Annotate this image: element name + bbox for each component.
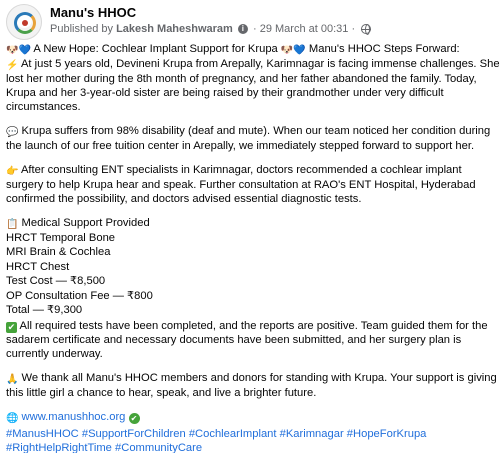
list-item: OP Consultation Fee — ₹800 (6, 289, 153, 302)
hashtag-link[interactable]: #ManusHHOC (6, 428, 79, 440)
list-item: HRCT Temporal Bone (6, 232, 116, 244)
globe-icon: 🌐 (6, 413, 19, 425)
post-body: 🐶💙 A New Hope: Cochlear Implant Support … (6, 42, 500, 453)
disability-text: Krupa suffers from 98% disability (deaf … (6, 125, 491, 152)
hashtag-link[interactable]: #RightHelpRightTime (6, 442, 112, 453)
website-line: 🌐 www.manushhoc.org ✔ (6, 410, 500, 425)
medical-support-list: 📋 Medical Support Provided HRCT Temporal… (6, 216, 500, 317)
website-link[interactable]: www.manushhoc.org (18, 411, 126, 423)
hashtag-link[interactable]: #SupportForChildren (82, 428, 186, 440)
logo-dot (22, 20, 28, 26)
post-meta: Published by Lakesh Maheshwaram i · 29 M… (50, 23, 372, 36)
hashtag-link[interactable]: #CommunityCare (115, 442, 202, 453)
support-heading-text: Medical Support Provided (18, 217, 150, 229)
page-name-link[interactable]: Manu's HHOC (50, 5, 136, 20)
hashtag-link[interactable]: #Karimnagar (280, 428, 344, 440)
post-timestamp[interactable]: 29 March at 00:31 (260, 23, 349, 35)
ent-paragraph: 👉 After consulting ENT specialists in Ka… (6, 163, 500, 206)
lightning-icon: ⚡ (6, 60, 19, 71)
meta-separator-2: · (351, 23, 356, 36)
dog-face-icon: 🐶 (6, 45, 19, 56)
tests-text: All required tests have been completed, … (6, 320, 488, 361)
speech-bubble-icon: 💬 (6, 127, 19, 138)
ent-text: After consulting ENT specialists in Kari… (6, 164, 476, 205)
list-item: Test Cost — ₹8,500 (6, 275, 106, 288)
thanks-paragraph: 🙏 We thank all Manu's HHOC members and d… (6, 371, 500, 400)
hashtag-link[interactable]: #HopeForKrupa (347, 428, 427, 440)
thanks-text: We thank all Manu's HHOC members and don… (6, 372, 497, 400)
blue-heart-icon: 💙 (18, 45, 31, 56)
check-mark-icon: ✔ (6, 322, 17, 334)
info-icon[interactable]: i (237, 24, 248, 35)
page-avatar[interactable] (6, 4, 42, 40)
list-item: HRCT Chest (6, 260, 70, 273)
post-header: Manu's HHOC Published by Lakesh Maheshwa… (6, 4, 498, 40)
pointing-hand-icon: 👉 (6, 166, 19, 177)
intro-paragraph: 🐶💙 A New Hope: Cochlear Implant Support … (6, 42, 500, 114)
hashtag-list: #ManusHHOC #SupportForChildren #Cochlear… (6, 427, 500, 453)
intro-body: At just 5 years old, Devineni Krupa from… (6, 58, 500, 113)
dog-face-icon-2: 🐶 (280, 45, 294, 56)
blue-heart-icon-2: 💙 (293, 45, 306, 56)
clipboard-icon: 📋 (6, 219, 19, 230)
intro-title-2: Manu's HHOC Steps Forward: (305, 43, 460, 55)
published-by-label: Published by (50, 23, 113, 36)
intro-title: A New Hope: Cochlear Implant Support for… (30, 43, 281, 55)
praying-hands-icon: 🙏 (6, 374, 19, 386)
hashtag-link[interactable]: #CochlearImplant (189, 428, 277, 440)
author-link[interactable]: Lakesh Maheshwaram (116, 23, 233, 35)
meta-separator: · (252, 23, 257, 36)
list-item: MRI Brain & Cochlea (6, 246, 111, 259)
disability-paragraph: 💬 Krupa suffers from 98% disability (dea… (6, 124, 500, 153)
list-item: Total — ₹9,300 (6, 304, 83, 317)
verified-check-icon: ✔ (128, 413, 140, 425)
privacy-globe-icon[interactable] (361, 24, 372, 36)
tests-paragraph: ✔ All required tests have been completed… (6, 319, 500, 361)
support-heading: 📋 Medical Support Provided (6, 216, 500, 231)
